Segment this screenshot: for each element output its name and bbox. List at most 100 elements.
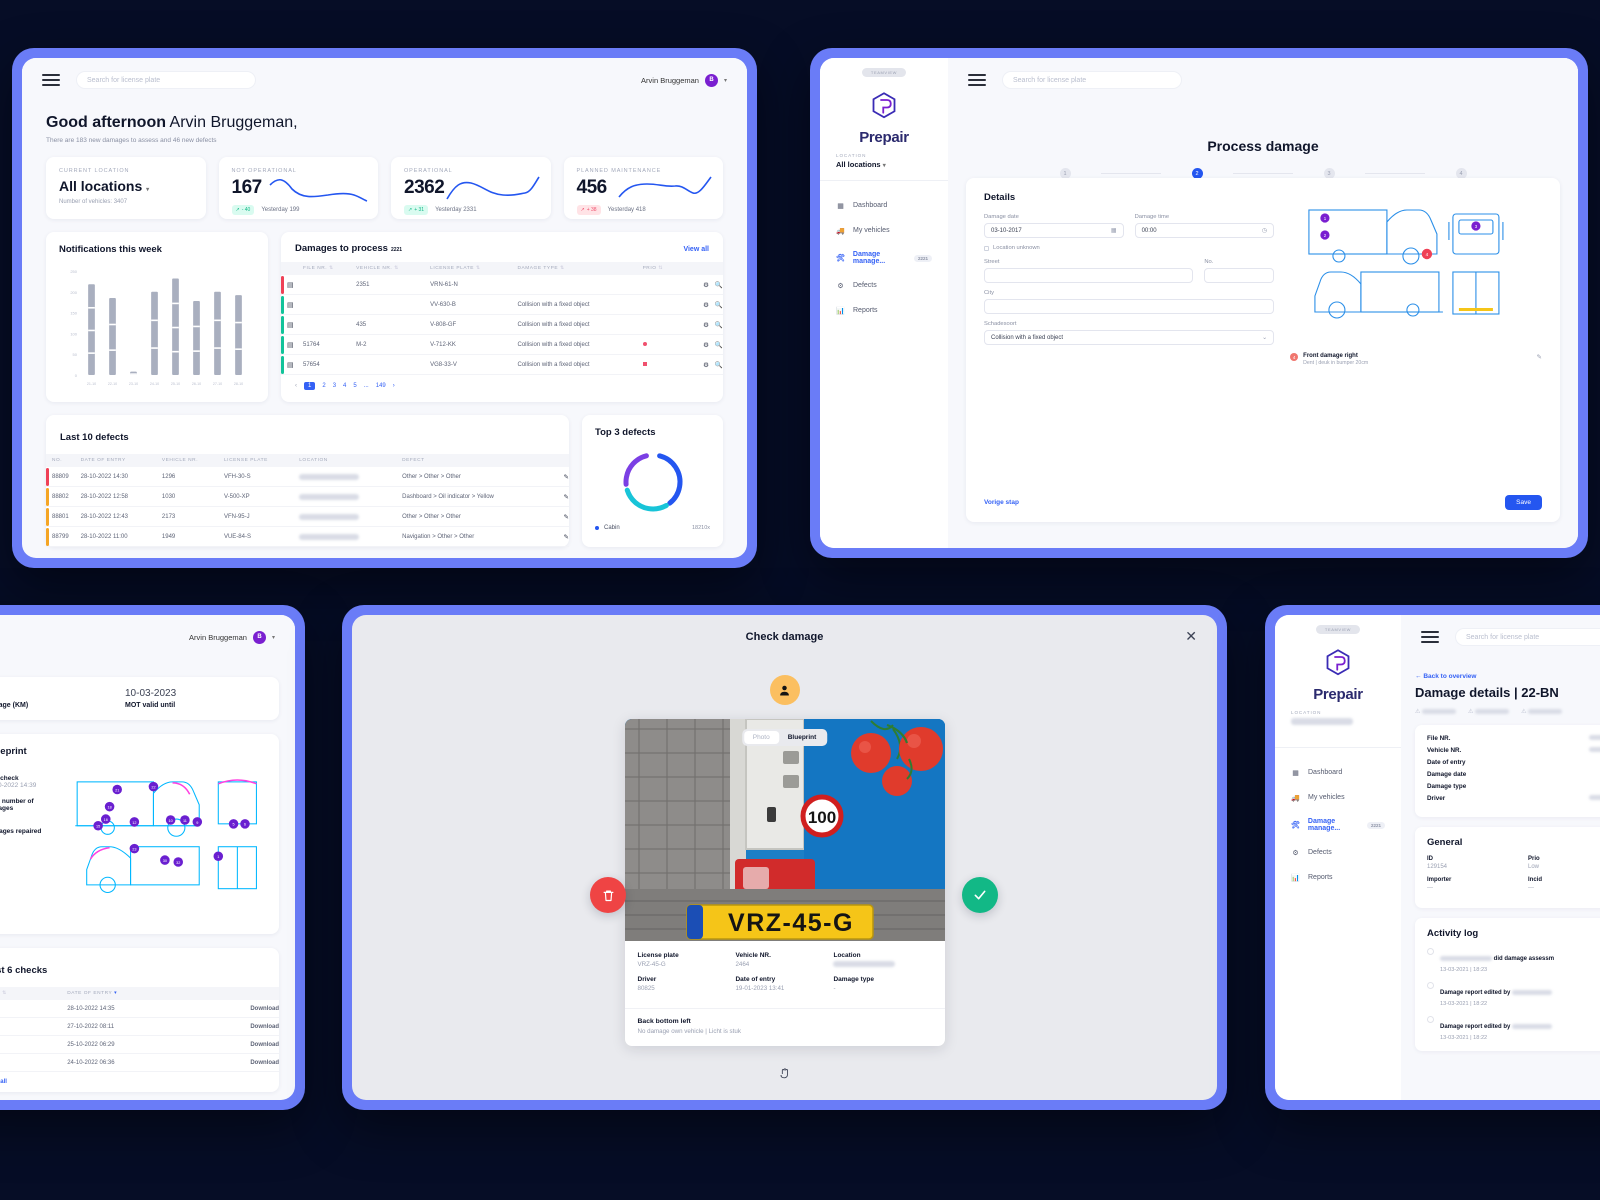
page-3[interactable]: 3 <box>333 383 336 389</box>
page-next[interactable]: › <box>393 383 395 389</box>
table-row[interactable]: ▤ 51764 M-2 V-712-KK Collision with a fixed… <box>281 334 723 355</box>
vehicle-blueprint-svg[interactable]: 21 22 18 16 15 12 10 11 9 5 6 23 30 32 1 <box>60 761 265 921</box>
edit-icon[interactable]: ✎ <box>564 534 569 541</box>
meta-value: VRZ-45-G <box>637 961 666 968</box>
table-row[interactable]: 8879928-10-2022 11:001949VUE-84-S . Navi… <box>46 526 569 547</box>
sidebar-location[interactable]: LOCATION . <box>1275 703 1401 748</box>
sidebar-location[interactable]: LOCATION All locations ▾ <box>820 146 948 181</box>
menu-icon[interactable] <box>42 71 60 89</box>
location-dropdown[interactable]: All locations ▾ <box>59 178 193 194</box>
table-row[interactable]: 8434828-10-2022 14:35 Download <box>0 1000 279 1018</box>
view-all-link[interactable]: View all <box>683 246 709 253</box>
page-1[interactable]: 1 <box>304 382 316 390</box>
search-icon[interactable]: 🔍 <box>715 301 723 309</box>
photo-blueprint-toggle[interactable]: Photo Blueprint <box>741 729 828 746</box>
toggle-photo[interactable]: Photo <box>743 731 779 744</box>
sidebar-item-my-vehicles[interactable]: 🚚 My vehicles <box>1275 785 1401 810</box>
schadesoort-select[interactable]: Collision with a fixed object ⌄ <box>984 330 1275 345</box>
edit-icon[interactable]: ✎ <box>564 514 569 521</box>
kpi-planned-maintenance[interactable]: PLANNED MAINTENANCE 456 ↗ + 38 Yesterday … <box>563 157 723 219</box>
clock-icon[interactable]: ◷ <box>1262 227 1267 234</box>
download-link[interactable]: Download <box>201 1017 279 1036</box>
chip-police report[interactable]: ⚠ . <box>1468 708 1510 715</box>
download-link[interactable]: Download <box>201 1000 279 1018</box>
gear-icon[interactable]: ⚙ <box>703 301 709 309</box>
mileage-block: 9 Mileage (KM) <box>0 688 125 709</box>
edit-icon[interactable]: ✎ <box>564 474 569 481</box>
page-149[interactable]: 149 <box>376 383 386 389</box>
damage-time-input[interactable]: 00:00 ◷ <box>1134 223 1275 238</box>
save-button[interactable]: Save <box>1505 495 1542 510</box>
sidebar-item-damage-manage[interactable]: 🛠 Damage manage... 2221 <box>1275 810 1401 840</box>
sidebar-item-dashboard[interactable]: ▦ Dashboard <box>820 193 948 218</box>
sidebar-item-my-vehicles[interactable]: 🚚 My vehicles <box>820 218 948 243</box>
page-5[interactable]: 5 <box>353 383 356 389</box>
gear-icon[interactable]: ⚙ <box>703 281 709 289</box>
sidebar-item-defects[interactable]: ⚙ Defects <box>1275 840 1401 865</box>
menu-icon[interactable] <box>1421 628 1439 646</box>
svg-text:27-10: 27-10 <box>213 382 222 386</box>
kpi-not-operational[interactable]: NOT OPERATIONAL 167 ↗ - 40 Yesterday 199 <box>218 157 378 219</box>
back-to-overview-link[interactable]: ← Back to overview <box>1401 659 1600 680</box>
toggle-blueprint[interactable]: Blueprint <box>779 731 826 744</box>
damage-photo[interactable]: 100 VRZ-45-G Photo Blueprint <box>624 719 945 941</box>
gear-icon[interactable]: ⚙ <box>703 321 709 329</box>
page-...[interactable]: ... <box>364 383 369 389</box>
calendar-icon[interactable]: ▦ <box>1111 227 1117 234</box>
kpi-operational[interactable]: OPERATIONAL 2362 ↗ + 31 Yesterday 2331 <box>391 157 551 219</box>
chip-witness[interactable]: ⚠ . <box>1521 708 1563 715</box>
street-input[interactable] <box>984 268 1194 283</box>
search-icon[interactable]: 🔍 <box>715 281 723 289</box>
table-row[interactable]: ▤ VV-630-B Collision with a fixed object … <box>281 294 723 315</box>
menu-icon[interactable] <box>968 71 986 89</box>
chip-claim form[interactable]: ⚠ . <box>1415 708 1457 715</box>
table-row[interactable]: ▤ 57654 VG8-33-V Collision with a fixed ob… <box>281 354 723 375</box>
delete-button[interactable] <box>590 877 626 913</box>
approve-button[interactable] <box>962 877 998 913</box>
table-row[interactable]: 6376527-10-2022 08:11 Download <box>0 1017 279 1036</box>
page-4[interactable]: 4 <box>343 383 346 389</box>
pagination[interactable]: ‹ 1 2 3 4 5... 149 › <box>281 375 723 397</box>
search-input[interactable]: Search for license plate <box>76 71 256 89</box>
user-menu[interactable]: Arvin Bruggeman B ▾ <box>641 73 727 87</box>
search-icon[interactable]: 🔍 <box>715 361 723 369</box>
page-prev[interactable]: ‹ <box>295 383 297 389</box>
table-row[interactable]: 8168924-10-2022 06:36 Download <box>0 1053 279 1072</box>
close-icon[interactable]: ✕ <box>1185 629 1197 643</box>
table-row[interactable]: ▤ 2351 VRN-61-N ⚙ 🔍 <box>281 275 723 295</box>
table-row[interactable]: 8880928-10-2022 14:301296VFH-30-S . Othe… <box>46 467 569 487</box>
search-icon[interactable]: 🔍 <box>715 321 723 329</box>
sidebar-item-defects[interactable]: ⚙ Defects <box>820 273 948 298</box>
download-link[interactable]: Download <box>201 1035 279 1054</box>
damage-date-input[interactable]: 03-10-2017 ▦ <box>984 223 1124 238</box>
vehicle-blueprint-card: Blueprint Last check 28-10-2022 14:39 To… <box>0 734 279 934</box>
previous-step-link[interactable]: Vorige stap <box>984 499 1019 506</box>
sidebar-item-reports[interactable]: 📊 Reports <box>820 298 948 323</box>
edit-icon[interactable]: ✎ <box>1537 353 1542 361</box>
user-name: Arvin Bruggeman <box>189 632 247 642</box>
search-icon[interactable]: 🔍 <box>715 341 723 349</box>
table-row[interactable]: 8880128-10-2022 12:432173VFN-95-J . Othe… <box>46 506 569 527</box>
sidebar-item-reports[interactable]: 📊 Reports <box>1275 865 1401 890</box>
checkbox-box[interactable] <box>984 245 989 251</box>
location-unknown-checkbox[interactable]: Location unknown <box>984 245 1274 251</box>
truck-blueprint-svg[interactable]: 1 2 4 3 <box>1290 192 1542 342</box>
sidebar-item-dashboard[interactable]: ▦ Dashboard <box>1275 760 1401 785</box>
edit-icon[interactable]: ✎ <box>564 494 569 501</box>
search-input[interactable]: Search for license plate <box>1455 628 1600 646</box>
search-input[interactable]: Search for license plate <box>1002 71 1182 89</box>
table-row[interactable]: 8375525-10-2022 06:29 Download <box>0 1035 279 1054</box>
view-all-link[interactable]: View all <box>0 1072 279 1092</box>
sidebar-item-damage-manage[interactable]: 🛠 Damage manage... 2221 <box>820 243 948 273</box>
no-input[interactable] <box>1204 268 1275 283</box>
table-row[interactable]: 8880228-10-2022 12:581030V-500-XP . Dash… <box>46 486 569 507</box>
drag-handle[interactable] <box>771 1060 798 1086</box>
gear-icon[interactable]: ⚙ <box>703 361 709 369</box>
page-2[interactable]: 2 <box>322 383 325 389</box>
table-row[interactable]: ▤ 435 V-808-GF Collision with a fixed obje… <box>281 314 723 335</box>
gear-icon[interactable]: ⚙ <box>703 341 709 349</box>
kpi-current-location[interactable]: CURRENT LOCATION All locations ▾ Number … <box>46 157 206 219</box>
user-menu[interactable]: Arvin Bruggeman B ▾ <box>189 630 275 644</box>
download-link[interactable]: Download <box>201 1053 279 1072</box>
city-input[interactable] <box>984 299 1275 314</box>
